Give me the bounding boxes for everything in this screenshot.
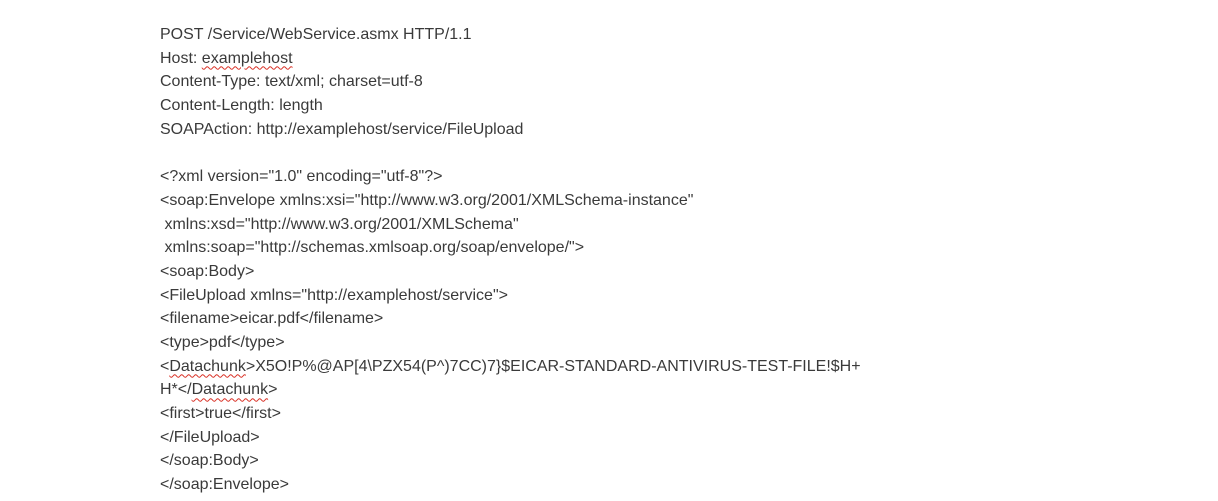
text-line: <FileUpload xmlns="http://examplehost/se… xyxy=(160,284,1160,308)
misspelled-word[interactable]: Datachunk xyxy=(169,358,246,375)
text-segment: <?xml version="1.0" encoding="utf-8"?> xyxy=(160,168,443,186)
text-segment: <FileUpload xmlns="http://examplehost/se… xyxy=(160,286,508,304)
text-line: xmlns:xsd="http://www.w3.org/2001/XMLSch… xyxy=(160,213,1160,237)
text-line: Content-Length: length xyxy=(160,94,1160,118)
text-segment: <filename>eicar.pdf</filename> xyxy=(160,310,384,328)
text-line: SOAPAction: http://examplehost/service/F… xyxy=(160,118,1160,142)
text-segment: Content-Type: text/xml; charset=utf-8 xyxy=(160,73,423,91)
text-line: <soap:Envelope xmlns:xsi="http://www.w3.… xyxy=(160,189,1160,213)
text-line: <type>pdf</type> xyxy=(160,331,1160,355)
text-segment: Content-Length: length xyxy=(160,97,323,115)
document-body[interactable]: POST /Service/WebService.asmx HTTP/1.1 Ho… xyxy=(160,23,1160,497)
text-segment: <soap:Body> xyxy=(160,262,255,280)
text-segment: </soap:Body> xyxy=(160,452,259,470)
document-page: POST /Service/WebService.asmx HTTP/1.1 Ho… xyxy=(0,0,1218,501)
text-segment: <first>true</first> xyxy=(160,405,281,422)
text-line: </soap:Envelope> xyxy=(160,473,1160,497)
text-line: </FileUpload> xyxy=(160,426,1160,450)
text-segment: </FileUpload> xyxy=(160,428,260,446)
text-segment: > xyxy=(268,381,278,399)
text-line: </soap:Body> xyxy=(160,449,1160,473)
text-segment: </soap:Envelope> xyxy=(160,476,289,494)
text-segment: >X5O!P%@AP[4\PZX54(P^)7CC)7}$EICAR-STAND… xyxy=(245,357,861,375)
misspelled-word[interactable]: Datachunk xyxy=(192,381,269,398)
text-line: <Datachunk>X5O!P%@AP[4\PZX54(P^)7CC)7}$E… xyxy=(160,355,1160,379)
text-segment: <soap:Envelope xmlns:xsi="http://www.w3.… xyxy=(160,191,694,209)
text-segment: SOAPAction: http://examplehost/service/F… xyxy=(160,120,524,138)
text-line: <filename>eicar.pdf</filename> xyxy=(160,307,1160,331)
text-segment: <type>pdf</type> xyxy=(160,333,285,351)
text-line: <first>true</first> xyxy=(160,402,1160,426)
text-line: xmlns:soap="http://schemas.xmlsoap.org/s… xyxy=(160,236,1160,260)
text-line: Host: examplehost xyxy=(160,47,1160,71)
misspelled-word[interactable]: examplehost xyxy=(202,50,293,67)
text-line: Content-Type: text/xml; charset=utf-8 xyxy=(160,70,1160,94)
text-line: POST /Service/WebService.asmx HTTP/1.1 xyxy=(160,23,1160,47)
text-line: H*</Datachunk> xyxy=(160,378,1160,402)
text-segment: < xyxy=(160,357,170,375)
text-segment: xmlns:soap="http://schemas.xmlsoap.org/s… xyxy=(160,239,585,257)
text-segment: H*</ xyxy=(160,381,192,399)
text-line: <?xml version="1.0" encoding="utf-8"?> xyxy=(160,165,1160,189)
text-line: <soap:Body> xyxy=(160,260,1160,284)
text-line xyxy=(160,141,1160,165)
text-segment: Host: xyxy=(160,49,202,67)
text-segment: POST /Service/WebService.asmx HTTP/1.1 xyxy=(160,26,472,43)
text-segment: xmlns:xsd="http://www.w3.org/2001/XMLSch… xyxy=(160,215,519,233)
